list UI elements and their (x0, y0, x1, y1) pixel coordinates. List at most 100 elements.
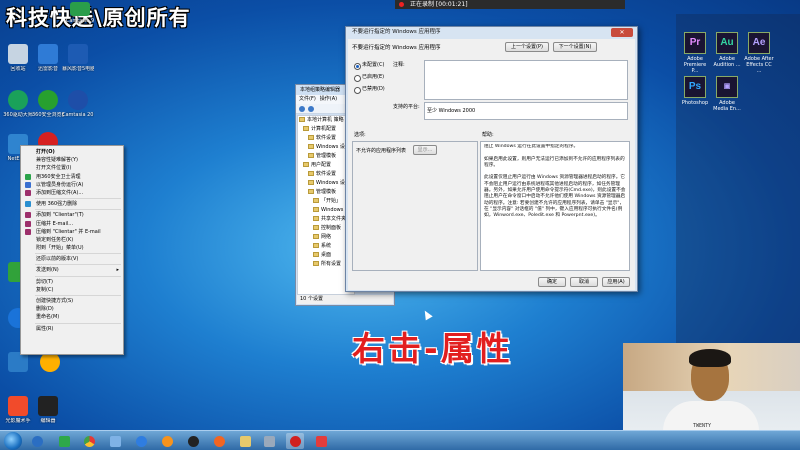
desktop-icon-yellow-app[interactable] (34, 352, 66, 374)
folder-icon (308, 135, 314, 140)
desktop-icon-360-browser[interactable]: 360安全浏览器 (32, 90, 64, 118)
menu-item-open[interactable]: 打开(O) (21, 148, 123, 156)
taskbar-app-recorder[interactable] (286, 433, 304, 449)
menu-item-rename[interactable]: 重命名(M) (21, 313, 123, 321)
comment-field[interactable] (424, 60, 628, 100)
menu-item-pin-start[interactable]: 附到「开始」菜单(U) (21, 244, 123, 252)
360-icon (25, 173, 31, 180)
forward-icon[interactable] (308, 106, 314, 112)
menu-item-delete[interactable]: 删除(D) (21, 305, 123, 313)
menu-separator (35, 322, 121, 324)
next-setting-button[interactable]: 下一个设置(N) (553, 42, 597, 52)
folder-icon (308, 153, 314, 158)
options-panel: 不允许的应用程序列表 显示... (352, 141, 478, 271)
adobe-premiere-shortcut[interactable]: Pr Adobe Premiere P... (680, 32, 710, 74)
webcam-person-hair (689, 349, 731, 367)
menu-item-compress-email[interactable]: 压缩并 E-mail... (21, 220, 123, 228)
desktop-icon-editor[interactable]: 编辑器 (32, 396, 64, 424)
desktop-icon-camtasia[interactable]: Camtasia 9 (64, 2, 96, 24)
camtasia-icon (70, 2, 90, 16)
editor-icon (38, 396, 58, 416)
sparkle-cursor-icon (421, 308, 433, 321)
start-button[interactable] (4, 432, 22, 450)
folder-icon (303, 162, 309, 167)
prev-setting-button[interactable]: 上一个设置(P) (505, 42, 549, 52)
menu-item-copy[interactable]: 复制(C) (21, 286, 123, 294)
desktop-icon-guangying[interactable]: 光影魔术手 (2, 396, 34, 424)
menu-item-360-clean[interactable]: 用360安全卫士清理 (21, 173, 123, 181)
menu-item-360-delete[interactable]: 使用 360强力删除 (21, 200, 123, 208)
desktop-icon-camtasia-2017[interactable]: Camtasia 2017 中文 (62, 90, 94, 118)
taskbar-app-k[interactable] (28, 433, 46, 449)
radio-not-configured[interactable]: 未配置(C) (354, 61, 384, 70)
menu-action[interactable]: 操作(A) (320, 95, 337, 104)
delete-icon (25, 201, 31, 208)
taskbar-app-baidu[interactable] (132, 433, 150, 449)
taskbar-app-gpedit[interactable] (260, 433, 278, 449)
menu-file[interactable]: 文件(F) (299, 95, 316, 104)
dialog-heading: 不要运行指定的 Windows 应用程序 (352, 45, 441, 51)
adobe-media-encoder-shortcut[interactable]: ▣ Adobe Media En... (712, 76, 742, 112)
close-icon[interactable]: ✕ (611, 28, 633, 37)
watermark-text: 科技快送\原创所有 (6, 6, 191, 30)
desktop-icon-blue-app[interactable] (2, 352, 34, 374)
taskbar-app-x[interactable] (106, 433, 124, 449)
photoshop-shortcut[interactable]: Ps Photoshop (680, 76, 710, 106)
taskbar-app-chrome[interactable] (80, 433, 98, 449)
photoshop-icon: Ps (684, 76, 706, 98)
taskbar-app-orange[interactable] (158, 433, 176, 449)
folder-icon (313, 234, 319, 239)
red-app-icon (315, 435, 327, 447)
media-encoder-icon: ▣ (716, 76, 738, 98)
archive-icon (25, 189, 31, 196)
premiere-icon: Pr (684, 32, 706, 54)
taskbar-app-green[interactable] (55, 433, 73, 449)
shield-icon (25, 181, 31, 188)
ok-button[interactable]: 确定 (538, 277, 566, 287)
taskbar (0, 430, 800, 450)
baofeng-icon (68, 44, 88, 64)
taskbar-app-red[interactable] (312, 433, 330, 449)
back-icon[interactable] (299, 106, 305, 112)
baidu-icon (135, 435, 147, 447)
audition-icon: Au (716, 32, 738, 54)
radio-disabled[interactable]: 已禁用(D) (354, 85, 385, 94)
desktop-icon-recycle-bin[interactable]: 回收站 (2, 44, 34, 72)
policy-dialog[interactable]: 不要运行指定的 Windows 应用程序 ✕ 不要运行指定的 Windows 应… (345, 26, 638, 292)
menu-separator (35, 209, 121, 211)
taskbar-app-firefox[interactable] (210, 433, 228, 449)
help-label: 帮助: (482, 132, 494, 138)
show-button[interactable]: 显示... (413, 145, 437, 155)
menu-item-compat[interactable]: 兼容性疑难解答(Y) (21, 156, 123, 164)
desktop-icon-baofeng[interactable]: 暴风影音5电脑版 (62, 44, 94, 72)
menu-item-properties[interactable]: 属性(R) (21, 325, 123, 333)
cancel-button[interactable]: 取消 (570, 277, 598, 287)
folder-icon (308, 189, 314, 194)
menu-item-create-shortcut[interactable]: 创建快捷方式(S) (21, 297, 123, 305)
desktop-icon-360-driver[interactable]: 360驱动大师 (2, 90, 34, 118)
menu-item-run-as-admin[interactable]: 以管理员身份运行(A) (21, 181, 123, 189)
desktop-icon-xunlei[interactable]: 迅雷影音 (32, 44, 64, 72)
radio-enabled[interactable]: 已启用(E) (354, 73, 384, 82)
menu-item-open-location[interactable]: 打开文件位置(I) (21, 164, 123, 172)
menu-item-pin-taskbar[interactable]: 锁定到任务栏(K) (21, 236, 123, 244)
menu-item-cut[interactable]: 剪切(T) (21, 278, 123, 286)
driver-icon (8, 90, 28, 110)
apply-button[interactable]: 应用(A) (602, 277, 630, 287)
option-row-label: 不允许的应用程序列表 (356, 148, 407, 154)
chrome-icon (83, 435, 95, 447)
adobe-after-effects-shortcut[interactable]: Ae Adobe After Effects CC ... (744, 32, 774, 74)
menu-item-compress-clientar-email[interactable]: 压缩到 "Clientar" 并 E-mail (21, 228, 123, 236)
recycle-bin-icon (8, 44, 28, 64)
taskbar-app-qq[interactable] (184, 433, 202, 449)
supported-value: 至少 Windows 2000 (427, 108, 476, 114)
menu-item-add-to-clientar[interactable]: 添加到 "Clientar"(T) (21, 211, 123, 219)
menu-item-send-to[interactable]: 发送到(N) ▸ (21, 266, 123, 274)
orange-app-icon (161, 435, 173, 447)
folder-icon (313, 198, 319, 203)
taskbar-app-folder[interactable] (236, 433, 254, 449)
menu-item-restore-versions[interactable]: 还原以前的版本(V) (21, 255, 123, 263)
menu-item-add-archive[interactable]: 添加到压缩文件(A)... (21, 189, 123, 197)
qq-icon (187, 435, 199, 447)
adobe-audition-shortcut[interactable]: Au Adobe Audition ... (712, 32, 742, 68)
